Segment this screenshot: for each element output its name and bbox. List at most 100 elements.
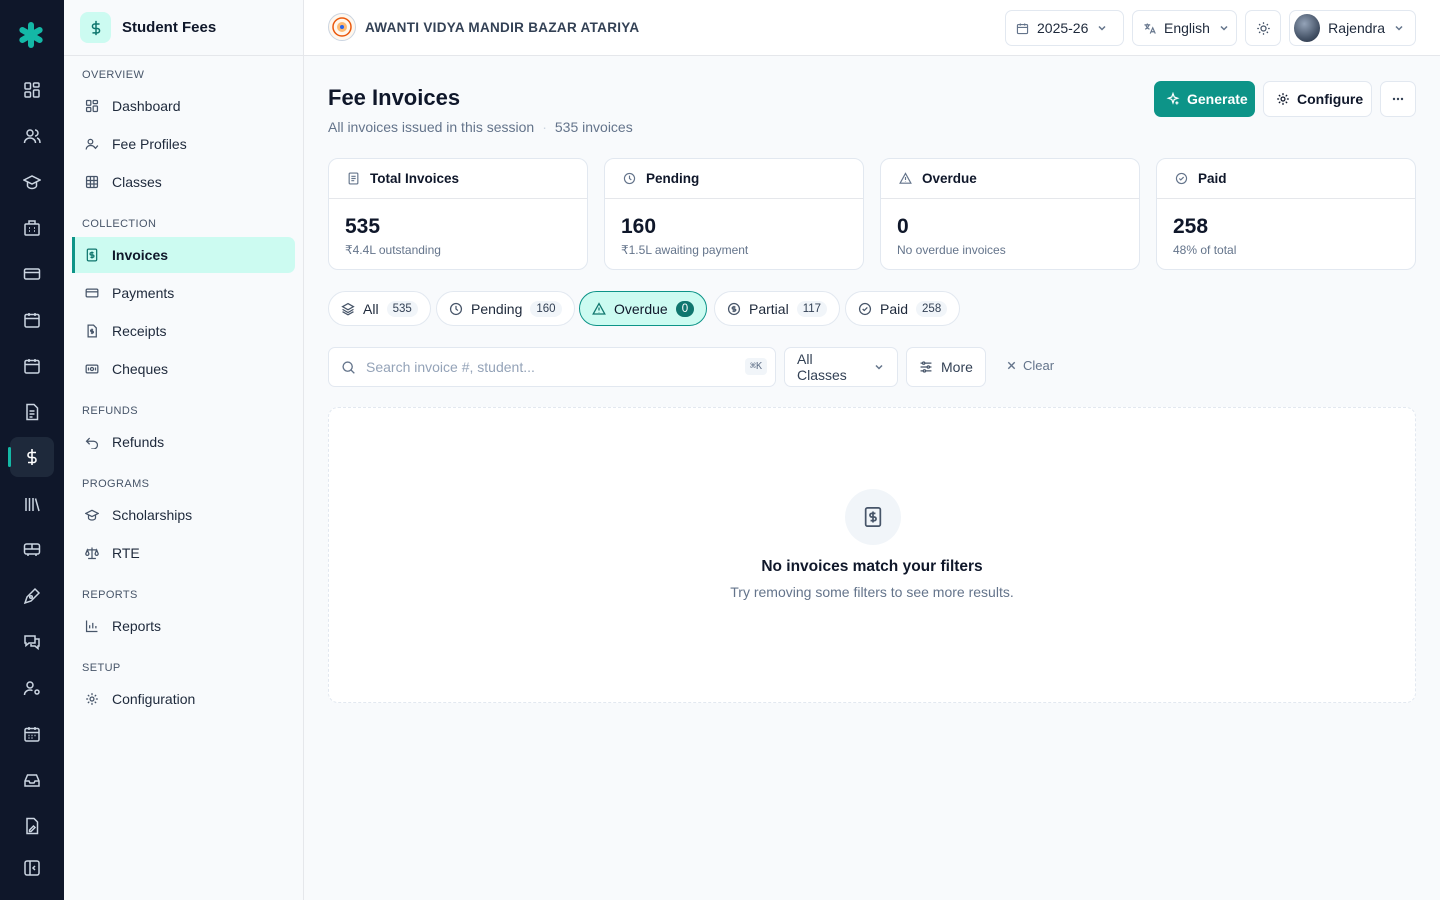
collapse-sidebar-icon[interactable] [10,848,54,888]
sidebar-item-label: RTE [112,545,140,561]
graduation-cap-icon [84,507,100,523]
stat-label: Total Invoices [370,171,460,186]
rail-user-settings-icon[interactable] [10,668,54,708]
rail-building-icon[interactable] [10,208,54,248]
stat-label: Paid [1198,171,1227,186]
sidebar-item-fee-profiles[interactable]: Fee Profiles [72,126,295,162]
section-refunds: REFUNDS [82,405,138,417]
sidebar-item-label: Cheques [112,361,169,377]
dollar-icon [80,12,111,43]
separator-dot: · [542,119,547,135]
sliders-icon [919,360,933,374]
more-label: More [941,359,973,375]
sidebar-item-label: Invoices [112,247,169,263]
card-icon [84,285,100,301]
stat-value: 535 [345,215,381,238]
section-programs: PROGRAMS [82,478,150,490]
theme-toggle[interactable] [1245,10,1281,46]
rail-pen-icon[interactable] [10,576,54,616]
rail-card-icon[interactable] [10,254,54,294]
stat-value: 0 [897,215,909,238]
empty-subtitle: Try removing some filters to see more re… [730,584,1014,600]
stat-card-total: Total Invoices 535 ₹4.4L outstanding [328,158,588,270]
rail-users-icon[interactable] [10,116,54,156]
rail-bus-icon[interactable] [10,530,54,570]
sidebar-item-receipts[interactable]: Receipts [72,313,295,349]
tab-label: Partial [749,300,789,317]
sidebar-item-rte[interactable]: RTE [72,535,295,571]
configure-label: Configure [1297,91,1364,107]
rail-graduation-icon[interactable] [10,162,54,202]
more-filters-button[interactable]: More [906,347,986,387]
rail-calendar-2-icon[interactable] [10,346,54,386]
gear-icon [1276,92,1290,106]
user-menu[interactable]: Rajendra [1289,10,1416,46]
chevron-down-icon [1218,22,1230,34]
sidebar-item-payments[interactable]: Payments [72,275,295,311]
sidebar-item-configuration[interactable]: Configuration [72,681,295,717]
sidebar-item-scholarships[interactable]: Scholarships [72,497,295,533]
rail-calendar-icon[interactable] [10,300,54,340]
page-title: Fee Invoices [328,85,461,110]
sidebar-item-dashboard[interactable]: Dashboard [72,88,295,124]
filter-tab-pending[interactable]: Pending 160 [436,291,575,326]
stat-label: Overdue [922,171,977,186]
invoice-icon [84,247,100,263]
warning-icon [899,172,912,185]
coin-icon [727,302,741,316]
main-content: Fee Invoices All invoices issued in this… [304,56,1440,900]
app-logo-icon[interactable] [16,20,46,50]
empty-title: No invoices match your filters [761,558,983,575]
module-sidebar: Student Fees OVERVIEW Dashboard Fee Prof… [64,0,304,900]
session-select[interactable]: 2025-26 [1005,10,1124,46]
class-filter-select[interactable]: All Classes [784,347,898,387]
sidebar-item-label: Receipts [112,323,167,339]
tab-count: 117 [796,300,828,317]
top-bar: AWANTI VIDYA MANDIR BAZAR ATARIYA 2025-2… [304,0,1440,56]
language-value: English [1164,20,1210,36]
search-shortcut: ⌘K [744,358,767,375]
receipt-icon [347,172,360,185]
search-box[interactable]: ⌘K [328,347,776,387]
rail-calendar-3-icon[interactable] [10,714,54,754]
sidebar-item-refunds[interactable]: Refunds [72,424,295,460]
school-logo-icon [328,13,356,41]
rail-inbox-icon[interactable] [10,760,54,800]
dashboard-icon [84,98,100,114]
filter-tab-all[interactable]: All 535 [328,291,431,326]
session-value: 2025-26 [1037,20,1089,36]
school-name: AWANTI VIDYA MANDIR BAZAR ATARIYA [365,19,640,35]
tab-label: All [363,300,379,317]
stat-note: ₹1.5L awaiting payment [621,243,749,257]
user-check-icon [84,136,100,152]
rail-dashboard-icon[interactable] [10,70,54,110]
clear-filters-button[interactable]: Clear [1006,358,1054,373]
generate-button[interactable]: Generate [1154,81,1255,117]
sidebar-item-label: Payments [112,285,175,301]
chevron-down-icon [1393,22,1405,34]
stat-note: No overdue invoices [897,243,1006,257]
chevron-down-icon [1096,22,1108,34]
sidebar-item-invoices[interactable]: Invoices [72,237,295,273]
filter-tab-partial[interactable]: Partial 117 [714,291,841,326]
filter-tab-paid[interactable]: Paid 258 [845,291,961,326]
rail-library-icon[interactable] [10,484,54,524]
rail-dollar-icon[interactable] [8,437,54,477]
clear-label: Clear [1023,358,1055,373]
sidebar-header: Student Fees [64,0,303,56]
stat-note: 48% of total [1173,243,1237,257]
sidebar-item-cheques[interactable]: Cheques [72,351,295,387]
rail-file-edit-icon[interactable] [10,806,54,846]
configure-button[interactable]: Configure [1263,81,1372,117]
filter-tab-overdue[interactable]: Overdue 0 [579,291,708,326]
sidebar-item-reports[interactable]: Reports [72,608,295,644]
search-input[interactable] [366,359,726,375]
rail-document-icon[interactable] [10,392,54,432]
tab-count: 0 [675,300,695,317]
sidebar-item-label: Classes [112,174,162,190]
sidebar-item-classes[interactable]: Classes [72,164,295,200]
more-actions-button[interactable] [1380,81,1416,117]
rail-messages-icon[interactable] [10,622,54,662]
language-select[interactable]: English [1132,10,1237,46]
check-circle-icon [858,302,872,316]
